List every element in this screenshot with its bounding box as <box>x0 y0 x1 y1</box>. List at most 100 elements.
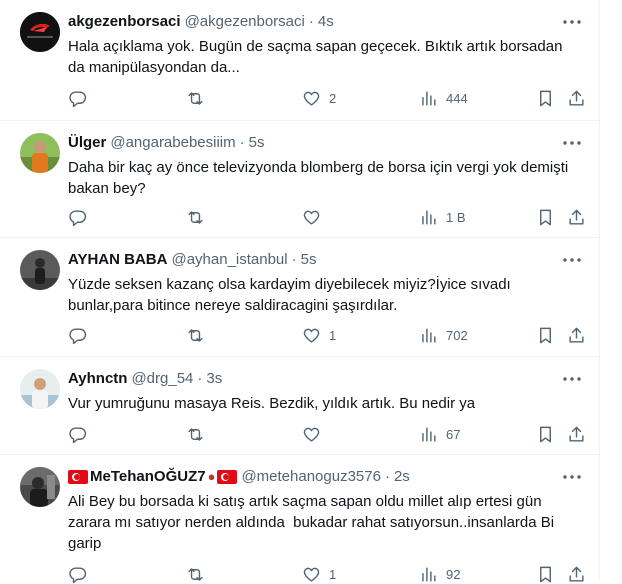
share-button[interactable] <box>567 564 586 584</box>
more-icon[interactable] <box>562 12 582 32</box>
views-button[interactable]: 1 B <box>419 207 466 227</box>
avatar[interactable] <box>20 133 60 173</box>
timestamp[interactable]: 2s <box>394 467 410 487</box>
views-button[interactable]: 67 <box>419 424 460 444</box>
views-button[interactable]: 702 <box>419 325 468 345</box>
view-count: 92 <box>446 566 461 582</box>
retweet-button[interactable] <box>186 424 213 444</box>
bookmark-button[interactable] <box>536 207 555 227</box>
user-handle[interactable]: @drg_54 <box>131 369 193 389</box>
share-icon <box>569 209 584 225</box>
avatar[interactable] <box>20 12 60 52</box>
separator-dot: · <box>308 13 314 30</box>
tweet-text: Daha bir kaç ay önce televizyonda blombe… <box>68 159 573 197</box>
user-handle[interactable]: @angarabebesiiim <box>110 133 235 153</box>
like-button[interactable]: 1 <box>302 325 336 345</box>
display-name[interactable]: AYHAN BABA <box>68 250 167 270</box>
bookmark-button[interactable] <box>536 424 555 444</box>
reply-icon <box>69 209 87 226</box>
display-name[interactable]: akgezenborsaci <box>68 12 181 32</box>
views-button[interactable]: 444 <box>419 88 468 108</box>
separator-dot: · <box>291 251 297 268</box>
tweet-text: Hala açıklama yok. Bugün de saçma sapan … <box>68 38 567 76</box>
timestamp[interactable]: 4s <box>318 12 334 32</box>
like-button[interactable]: 1 <box>302 564 336 584</box>
retweet-button[interactable] <box>186 325 213 345</box>
reply-button[interactable] <box>68 424 95 444</box>
tweet-header: MeTehanOĞUZ7 ● @metehanoguz3576 · 2s <box>68 467 410 487</box>
more-icon[interactable] <box>562 369 582 389</box>
tweet-actions: 67 <box>68 424 590 444</box>
retweet-icon <box>188 328 203 342</box>
reply-button[interactable] <box>68 207 95 227</box>
retweet-icon <box>188 210 203 224</box>
reply-button[interactable] <box>68 88 95 108</box>
user-handle[interactable]: @metehanoguz3576 <box>241 467 381 487</box>
user-handle[interactable]: @akgezenborsaci <box>185 12 305 32</box>
bookmark-button[interactable] <box>536 88 555 108</box>
tweet-actions: 1 92 <box>68 564 590 584</box>
reply-icon <box>69 426 87 443</box>
reply-icon <box>69 90 87 107</box>
like-count: 1 <box>329 566 337 582</box>
separator-dot: · <box>239 134 245 151</box>
tweet[interactable]: akgezenborsaci @akgezenborsaci · 4s Hala… <box>0 0 600 121</box>
avatar[interactable] <box>20 250 60 290</box>
retweet-button[interactable] <box>186 88 213 108</box>
like-button[interactable] <box>302 424 329 444</box>
share-button[interactable] <box>567 424 586 444</box>
more-icon[interactable] <box>562 133 582 153</box>
analytics-icon <box>422 327 436 343</box>
bookmark-button[interactable] <box>536 325 555 345</box>
tweet[interactable]: AYHAN BABA @ayhan_istanbul · 5s Yüzde se… <box>0 238 600 357</box>
avatar[interactable] <box>20 369 60 409</box>
reply-button[interactable] <box>68 564 95 584</box>
bookmark-icon <box>540 426 551 442</box>
views-button[interactable]: 92 <box>419 564 460 584</box>
display-name[interactable]: Ülger <box>68 133 106 153</box>
bookmark-icon <box>540 209 551 225</box>
analytics-icon <box>422 209 436 225</box>
share-button[interactable] <box>567 88 586 108</box>
display-name[interactable]: MeTehanOĞUZ7 <box>90 467 206 487</box>
turkey-flag-icon <box>217 470 238 484</box>
tweet[interactable]: Ülger @angarabebesiiim · 5s Daha bir kaç… <box>0 121 600 238</box>
timestamp[interactable]: 5s <box>249 133 265 153</box>
like-button[interactable] <box>302 207 329 227</box>
tweet[interactable]: Ayhnctn @drg_54 · 3s Vur yumruğunu masay… <box>0 357 600 455</box>
tweet[interactable]: MeTehanOĞUZ7 ● @metehanoguz3576 · 2s Ali… <box>0 455 600 584</box>
timeline-feed: akgezenborsaci @akgezenborsaci · 4s Hala… <box>0 0 600 584</box>
tweet-header: Ülger @angarabebesiiim · 5s <box>68 133 264 153</box>
like-button[interactable]: 2 <box>302 88 336 108</box>
share-icon <box>569 327 584 343</box>
more-icon[interactable] <box>562 250 582 270</box>
tweet-actions: 2 444 <box>68 88 590 108</box>
timestamp[interactable]: 5s <box>301 250 317 270</box>
avatar[interactable] <box>20 467 60 507</box>
view-count: 67 <box>446 426 461 442</box>
share-button[interactable] <box>567 207 586 227</box>
retweet-button[interactable] <box>186 564 213 584</box>
share-button[interactable] <box>567 325 586 345</box>
retweet-icon <box>188 91 203 105</box>
separator-dot: · <box>197 370 203 387</box>
tweet-text: Ali Bey bu borsada ki satış artık saçma … <box>68 493 559 552</box>
heart-icon <box>303 91 320 106</box>
reply-button[interactable] <box>68 325 95 345</box>
analytics-icon <box>422 426 436 442</box>
user-handle[interactable]: @ayhan_istanbul <box>171 250 287 270</box>
share-icon <box>569 426 584 442</box>
like-count: 1 <box>329 327 337 343</box>
bookmark-button[interactable] <box>536 564 555 584</box>
reply-icon <box>69 327 87 344</box>
tweet-text: Yüzde seksen kazanç olsa kardayim diyebi… <box>68 276 515 314</box>
retweet-icon <box>188 427 203 441</box>
tweet-header: AYHAN BABA @ayhan_istanbul · 5s <box>68 250 316 270</box>
tweet-header: Ayhnctn @drg_54 · 3s <box>68 369 222 389</box>
timestamp[interactable]: 3s <box>206 369 222 389</box>
more-icon[interactable] <box>562 467 582 487</box>
bookmark-icon <box>540 90 551 106</box>
display-name[interactable]: Ayhnctn <box>68 369 127 389</box>
analytics-icon <box>422 90 436 106</box>
retweet-button[interactable] <box>186 207 213 227</box>
